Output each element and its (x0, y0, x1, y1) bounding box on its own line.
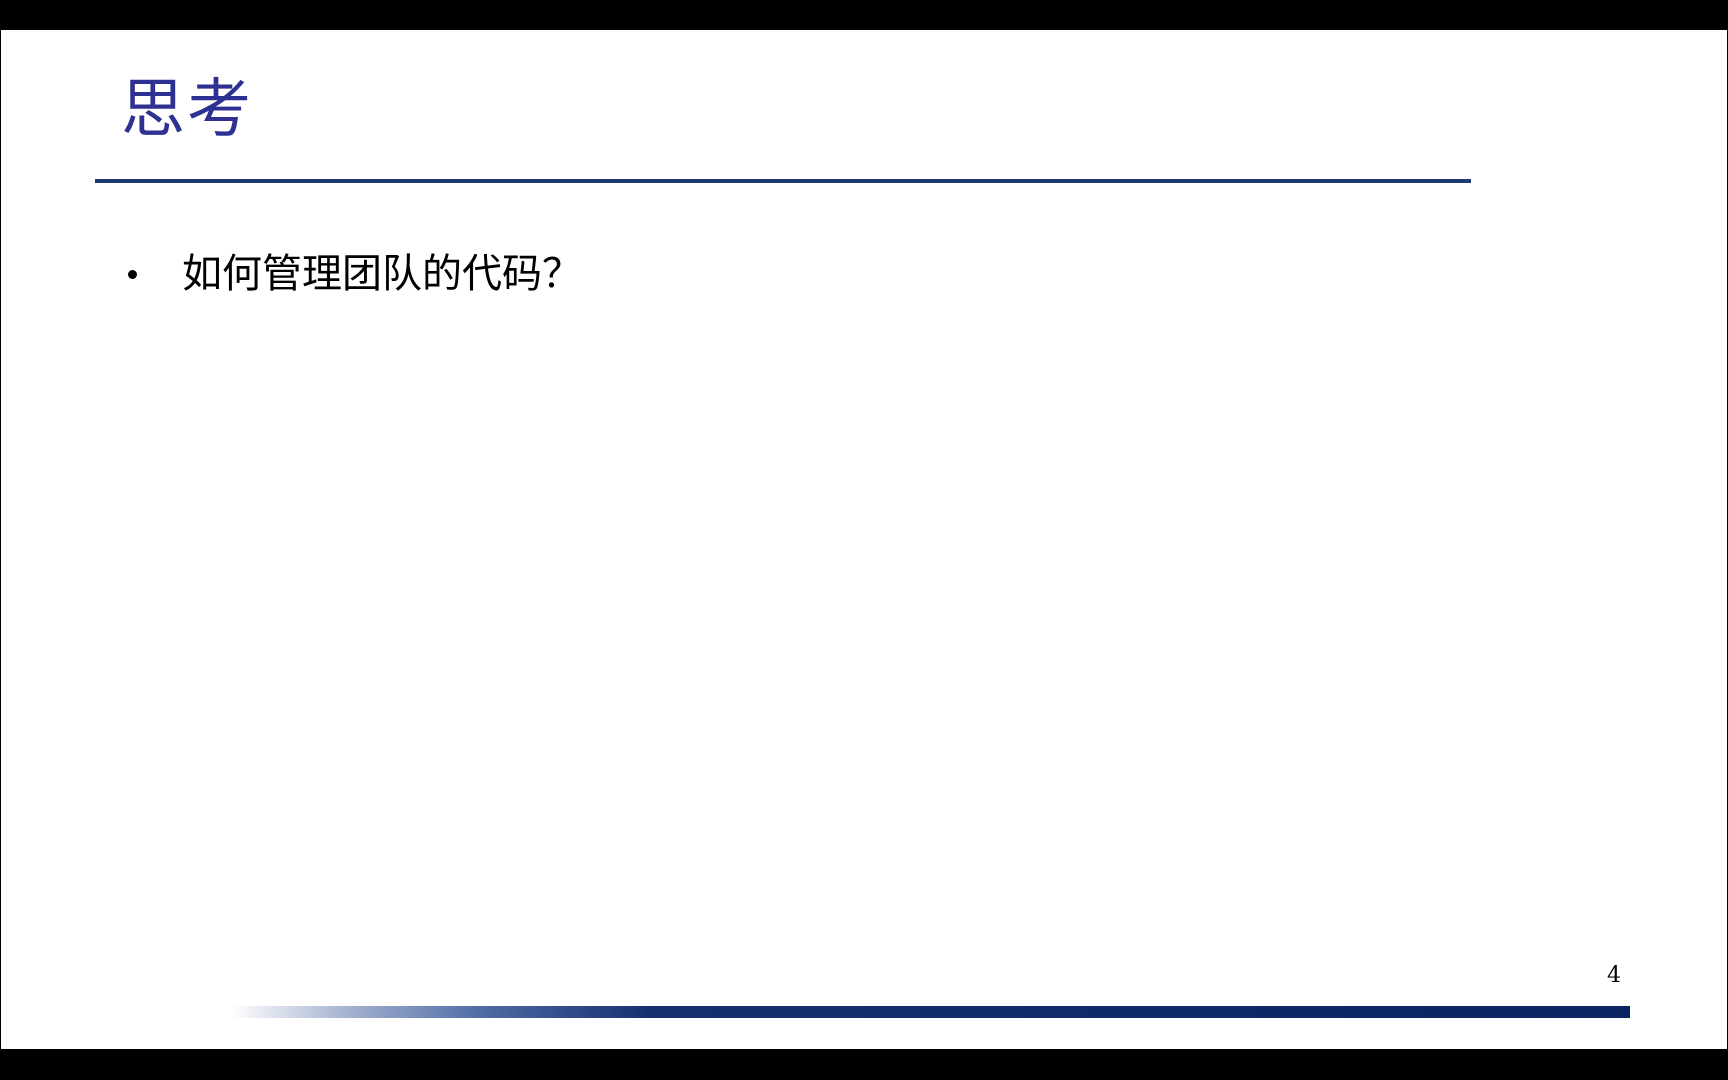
slide-title: 思考 (121, 73, 253, 147)
letterbox-bottom (0, 1049, 1728, 1080)
presentation-slide: 思考 如何管理团队的代码？ 4 (1, 30, 1727, 1049)
footer-gradient-bar (231, 1006, 1630, 1018)
bullet-item: 如何管理团队的代码？ (121, 244, 582, 304)
title-underline (95, 179, 1471, 183)
bullet-text: 如何管理团队的代码？ (182, 251, 582, 297)
letterbox-top (0, 0, 1728, 30)
bullet-icon (128, 269, 137, 279)
page-number: 4 (1607, 963, 1621, 988)
